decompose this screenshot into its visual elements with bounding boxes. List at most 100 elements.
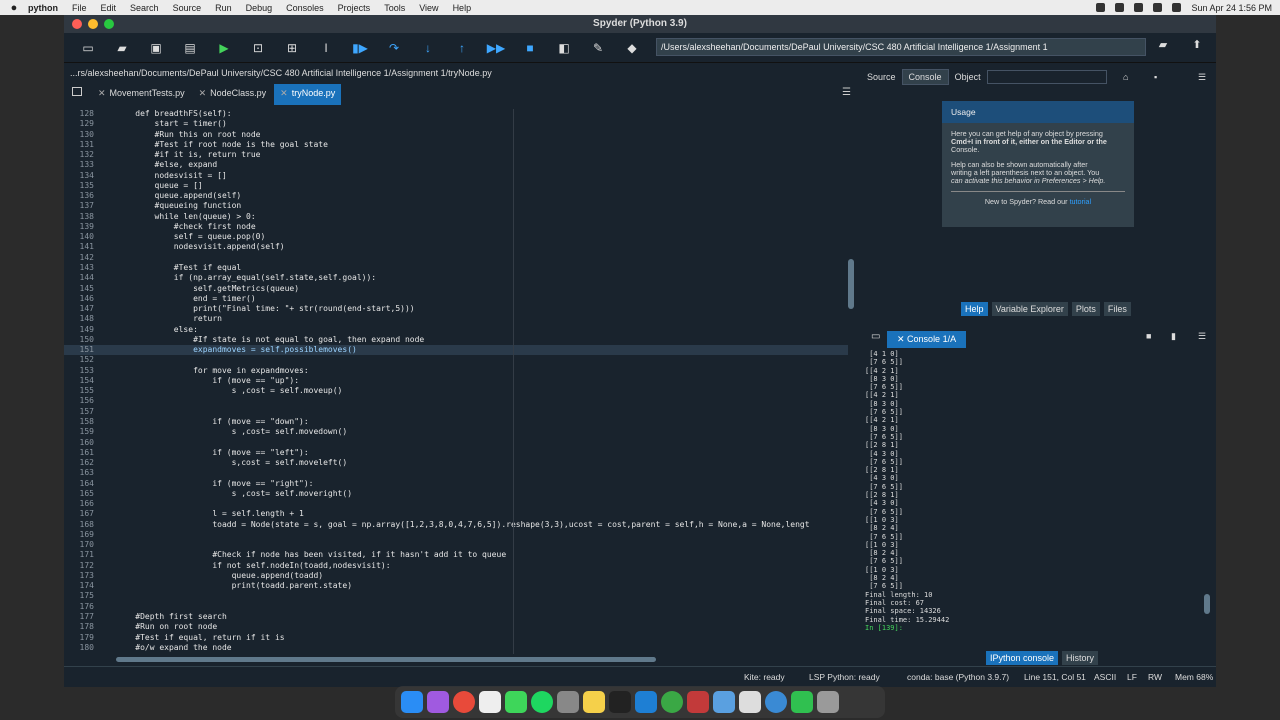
console-browse-icon[interactable]: ▭ — [871, 331, 880, 342]
code-line[interactable]: 168 toadd = Node(state = s, goal = np.ar… — [64, 520, 848, 530]
menu-run[interactable]: Run — [215, 3, 232, 13]
code-line[interactable]: 152 — [64, 355, 848, 365]
help-options-icon[interactable]: ☰ — [1198, 72, 1206, 83]
code-line[interactable]: 155 s ,cost = self.moveup() — [64, 386, 848, 396]
code-line[interactable]: 162 s,cost = self.moveleft() — [64, 458, 848, 468]
code-line[interactable]: 180 #o/w expand the node — [64, 643, 848, 653]
console-scroll-thumb[interactable] — [1204, 594, 1210, 614]
textedit-icon[interactable] — [739, 691, 761, 713]
menu-projects[interactable]: Projects — [338, 3, 371, 13]
close-tab-icon[interactable]: ✕ — [98, 88, 106, 98]
search-icon[interactable] — [1153, 3, 1163, 12]
code-line[interactable]: 154 if (move == "up"): — [64, 376, 848, 386]
tab-trynode[interactable]: ✕ tryNode.py — [274, 84, 342, 105]
code-line[interactable]: 137 #queueing function — [64, 201, 848, 211]
console-options-icon[interactable]: ☰ — [1198, 331, 1206, 342]
code-line[interactable]: 134 nodesvisit = [] — [64, 171, 848, 181]
conda-status[interactable]: conda: base (Python 3.9.7) — [907, 672, 1009, 682]
editor-options-icon[interactable]: ☰ — [842, 87, 851, 98]
menu-help[interactable]: Help — [453, 3, 472, 13]
code-line[interactable]: 136 queue.append(self) — [64, 191, 848, 201]
code-line[interactable]: 173 queue.append(toadd) — [64, 571, 848, 581]
source-select[interactable]: Console — [901, 69, 949, 85]
menu-source[interactable]: Source — [173, 3, 202, 13]
code-line[interactable]: 176 — [64, 602, 848, 612]
code-line[interactable]: 146 end = timer() — [64, 294, 848, 304]
step-into-icon[interactable]: ↓ — [418, 38, 438, 58]
code-line[interactable]: 132 #if it is, return true — [64, 150, 848, 160]
tab-variable-explorer[interactable]: Variable Explorer — [991, 302, 1068, 316]
code-line[interactable]: 138 while len(queue) > 0: — [64, 212, 848, 222]
spyder-icon[interactable] — [661, 691, 683, 713]
facetime-icon[interactable] — [791, 691, 813, 713]
close-tab-icon[interactable]: ✕ — [280, 88, 288, 98]
wifi-icon[interactable] — [1115, 3, 1125, 12]
code-line[interactable]: 178 #Run on root node — [64, 622, 848, 632]
code-line[interactable]: 165 s ,cost= self.moveright() — [64, 489, 848, 499]
debug-icon[interactable]: ▮▶ — [350, 38, 370, 58]
code-line[interactable]: 179 #Test if equal, return if it is — [64, 633, 848, 643]
code-line[interactable]: 129 start = timer() — [64, 119, 848, 129]
kite-status[interactable]: Kite: ready — [744, 672, 785, 682]
spotify-icon[interactable] — [531, 691, 553, 713]
code-line[interactable]: 151 expandmoves = self.possiblemoves() — [64, 345, 848, 356]
run-selection-icon[interactable]: I — [316, 38, 336, 58]
code-line[interactable]: 148 return — [64, 314, 848, 324]
code-line[interactable]: 174 print(toadd.parent.state) — [64, 581, 848, 591]
menu-search[interactable]: Search — [130, 3, 159, 13]
working-directory-input[interactable]: /Users/alexsheehan/Documents/DePaul Univ… — [656, 38, 1146, 56]
continue-icon[interactable]: ▶▶ — [486, 38, 506, 58]
code-line[interactable]: 141 nodesvisit.append(self) — [64, 242, 848, 252]
code-line[interactable]: 164 if (move == "right"): — [64, 479, 848, 489]
tab-files[interactable]: Files — [1103, 302, 1131, 316]
tab-history[interactable]: History — [1062, 651, 1099, 665]
code-line[interactable]: 169 — [64, 530, 848, 540]
tab-help[interactable]: Help — [961, 302, 988, 316]
code-line[interactable]: 149 else: — [64, 325, 848, 335]
code-line[interactable]: 167 l = self.length + 1 — [64, 509, 848, 519]
code-line[interactable]: 142 — [64, 253, 848, 263]
home-icon[interactable]: ⌂ — [1123, 72, 1128, 82]
step-icon[interactable]: ↷ — [384, 38, 404, 58]
menu-debug[interactable]: Debug — [246, 3, 273, 13]
run-cell-advance-icon[interactable]: ⊞ — [282, 38, 302, 58]
code-line[interactable]: 175 — [64, 591, 848, 601]
code-line[interactable]: 157 — [64, 407, 848, 417]
code-area[interactable]: 128 def breadthFS(self): 129 start = time… — [64, 109, 848, 654]
editor-vertical-scrollbar[interactable] — [848, 109, 856, 654]
code-line[interactable]: 145 self.getMetrics(queue) — [64, 284, 848, 294]
control-center-icon[interactable] — [1172, 3, 1182, 12]
code-line[interactable]: 161 if (move == "left"): — [64, 448, 848, 458]
menu-file[interactable]: File — [72, 3, 87, 13]
run-icon[interactable]: ▶ — [214, 38, 234, 58]
vscode-icon[interactable] — [635, 691, 657, 713]
code-line[interactable]: 133 #else, expand — [64, 160, 848, 170]
code-line[interactable]: 139 #check first node — [64, 222, 848, 232]
open-file-icon[interactable]: ▰ — [112, 38, 132, 58]
launchpad-icon[interactable] — [427, 691, 449, 713]
code-line[interactable]: 144 if (np.array_equal(self.state,self.g… — [64, 273, 848, 283]
code-line[interactable]: 163 — [64, 468, 848, 478]
console-prompt[interactable]: In [139]: — [865, 624, 1201, 632]
menu-consoles[interactable]: Consoles — [286, 3, 324, 13]
maximize-pane-icon[interactable]: ◧ — [554, 38, 574, 58]
code-line[interactable]: 130 #Run this on root node — [64, 130, 848, 140]
code-line[interactable]: 153 for move in expandmoves: — [64, 366, 848, 376]
tab-nodeclass[interactable]: ✕ NodeClass.py — [192, 84, 273, 105]
code-line[interactable]: 171 #Check if node has been visited, if … — [64, 550, 848, 560]
step-return-icon[interactable]: ↑ — [452, 38, 472, 58]
messages-icon[interactable] — [505, 691, 527, 713]
code-line[interactable]: 140 self = queue.pop(0) — [64, 232, 848, 242]
tab-ipython-console[interactable]: IPython console — [986, 651, 1059, 665]
close-tab-icon[interactable]: ✕ — [199, 88, 207, 98]
app-icon[interactable] — [687, 691, 709, 713]
save-all-icon[interactable]: ▤ — [180, 38, 200, 58]
code-line[interactable]: 128 def breadthFS(self): — [64, 109, 848, 119]
code-line[interactable]: 135 queue = [] — [64, 181, 848, 191]
tab-console-1a[interactable]: ✕ Console 1/A — [887, 331, 967, 348]
code-line[interactable]: 143 #Test if equal — [64, 263, 848, 273]
code-line[interactable]: 131 #Test if root node is the goal state — [64, 140, 848, 150]
file-browse-icon[interactable] — [72, 87, 82, 96]
tutorial-link[interactable]: tutorial — [1070, 197, 1092, 206]
code-line[interactable]: 177 #Depth first search — [64, 612, 848, 622]
